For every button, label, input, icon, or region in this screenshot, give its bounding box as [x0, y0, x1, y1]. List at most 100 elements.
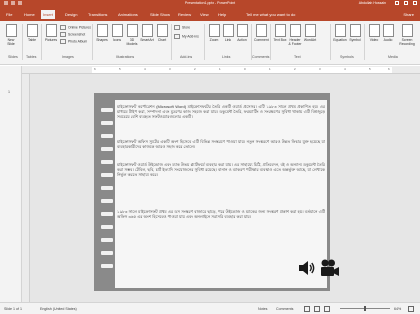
- tab-transitions[interactable]: Transitions: [86, 10, 109, 19]
- video-icon: [368, 24, 380, 37]
- maximize-icon[interactable]: [404, 1, 408, 5]
- slide-paragraph-3[interactable]: মাইক্রোসফট ওয়ার্ড উইন্ডোজ এবং ম্যাক উভয…: [117, 162, 325, 204]
- audio-icon: [382, 24, 394, 37]
- slide-paragraph-4[interactable]: ১৯৮৩ সালে মাইক্রোসফট প্রথম এর ডস সংস্করণ…: [117, 209, 325, 236]
- online-pictures-button[interactable]: Online Pictures: [60, 25, 91, 30]
- binder-ring: [101, 264, 113, 268]
- symbol-button[interactable]: Symbol: [348, 24, 362, 42]
- action-button[interactable]: Action: [235, 24, 249, 42]
- tell-me-search[interactable]: Tell me what you want to do: [246, 10, 295, 19]
- binder-ring: [101, 121, 113, 125]
- language-indicator[interactable]: English (United States): [40, 307, 77, 311]
- tab-slide-show[interactable]: Slide Show: [148, 10, 172, 19]
- group-comments: Comments: [252, 55, 270, 59]
- speaker-icon[interactable]: [297, 259, 315, 277]
- screenshot-button[interactable]: Screenshot: [60, 32, 85, 37]
- ruler-tick: 0: [244, 67, 246, 71]
- binder-ring: [101, 173, 113, 177]
- shapes-icon: [96, 24, 108, 37]
- close-icon[interactable]: [413, 1, 417, 5]
- separator: [364, 24, 365, 60]
- normal-view-icon[interactable]: [304, 306, 310, 312]
- zoom-slider-thumb[interactable]: [364, 306, 366, 311]
- separator: [204, 24, 205, 60]
- tab-design[interactable]: Design: [63, 10, 79, 19]
- my-addins-button[interactable]: My Add-ins: [174, 34, 199, 39]
- binder-ring: [101, 160, 113, 164]
- separator: [171, 24, 172, 60]
- ruler-tick: 5: [119, 67, 121, 71]
- icons-button[interactable]: Icons: [110, 24, 124, 42]
- window-title: Presentation1.pptx - PowerPoint: [184, 1, 236, 5]
- link-button[interactable]: Link: [221, 24, 235, 42]
- link-icon: [222, 24, 234, 37]
- new-slide-icon: [5, 24, 17, 37]
- tab-file[interactable]: File: [4, 10, 14, 19]
- omega-icon: [349, 24, 361, 37]
- tab-view[interactable]: View: [198, 10, 211, 19]
- fit-to-window-icon[interactable]: [408, 306, 414, 312]
- comments-button[interactable]: Comments: [276, 307, 293, 311]
- smartart-button[interactable]: SmartArt: [140, 24, 154, 42]
- slide-paragraph-2[interactable]: মাইক্রোসফট অফিস স্যুটের একটি অংশ হিসেবে …: [117, 139, 325, 155]
- screen-recording-button[interactable]: Screen Recording: [397, 24, 417, 46]
- notes-button[interactable]: Notes: [258, 307, 267, 311]
- video-button[interactable]: Video: [367, 24, 381, 42]
- shapes-button[interactable]: Shapes: [95, 24, 109, 42]
- ruler-tick: 4: [144, 67, 146, 71]
- smartart-icon: [141, 24, 153, 37]
- ruler-tick: 5: [369, 67, 371, 71]
- text-box-icon: [274, 24, 286, 37]
- comment-button[interactable]: Comment: [254, 24, 269, 42]
- tab-help[interactable]: Help: [216, 10, 228, 19]
- equation-button[interactable]: Equation: [333, 24, 347, 42]
- user-name[interactable]: Abdullah Hossain: [359, 1, 386, 6]
- text-box-button[interactable]: Text Box: [273, 24, 287, 42]
- share-button[interactable]: Share: [403, 10, 414, 19]
- slide-thumbnail-pane[interactable]: 1: [0, 66, 22, 302]
- photo-album-button[interactable]: Photo Album: [60, 39, 87, 44]
- new-slide-button[interactable]: New Slide: [4, 24, 18, 46]
- ruler-tick: 2: [294, 67, 296, 71]
- group-text: Text: [294, 55, 301, 59]
- window-controls: [395, 1, 417, 5]
- slide-sorter-icon[interactable]: [314, 306, 320, 312]
- video-camera-icon[interactable]: [320, 258, 340, 278]
- pictures-icon: [45, 24, 57, 37]
- zoom-button[interactable]: Zoom: [207, 24, 221, 42]
- zoom-level[interactable]: 64%: [394, 307, 401, 311]
- tab-animations[interactable]: Animations: [116, 10, 140, 19]
- separator: [41, 24, 42, 60]
- zoom-icon: [208, 24, 220, 37]
- header-footer-button[interactable]: Header & Footer: [288, 24, 302, 46]
- ruler-tick: 6: [388, 67, 390, 71]
- screen-recording-icon: [401, 24, 413, 37]
- chart-button[interactable]: Chart: [155, 24, 169, 42]
- group-images: Images: [62, 55, 74, 59]
- 3d-models-button[interactable]: 3D Models: [125, 24, 139, 46]
- wordart-button[interactable]: WordArt: [303, 24, 317, 42]
- ribbon-tabs: File Home Insert Design Transitions Anim…: [0, 7, 420, 21]
- ruler-tick: 1: [219, 67, 221, 71]
- audio-button[interactable]: Audio: [381, 24, 395, 42]
- store-button[interactable]: Store: [174, 25, 190, 30]
- binder-ring: [101, 108, 113, 112]
- slide-number: 1: [8, 90, 10, 94]
- horizontal-ruler: 6 5 4 3 2 1 0 1 2 3 4 5 6: [22, 66, 420, 74]
- binder-ring: [101, 238, 113, 242]
- pictures-button[interactable]: Pictures: [44, 24, 58, 42]
- tab-review[interactable]: Review: [176, 10, 193, 19]
- table-button[interactable]: Table: [25, 24, 39, 42]
- binder-ring: [101, 212, 113, 216]
- wordart-icon: [304, 24, 316, 37]
- separator: [330, 24, 331, 60]
- ruler-tick: 4: [344, 67, 346, 71]
- header-footer-icon: [289, 24, 301, 37]
- tab-home[interactable]: Home: [22, 10, 37, 19]
- slide-paragraph-1[interactable]: মাইক্রোসফট কর্পোরেশন (Microsoft Word) মা…: [117, 104, 325, 136]
- tab-insert[interactable]: Insert: [41, 10, 56, 19]
- minimize-icon[interactable]: [395, 1, 399, 5]
- action-icon: [236, 24, 248, 37]
- ruler-tick: 6: [94, 67, 96, 71]
- reading-view-icon[interactable]: [324, 306, 330, 312]
